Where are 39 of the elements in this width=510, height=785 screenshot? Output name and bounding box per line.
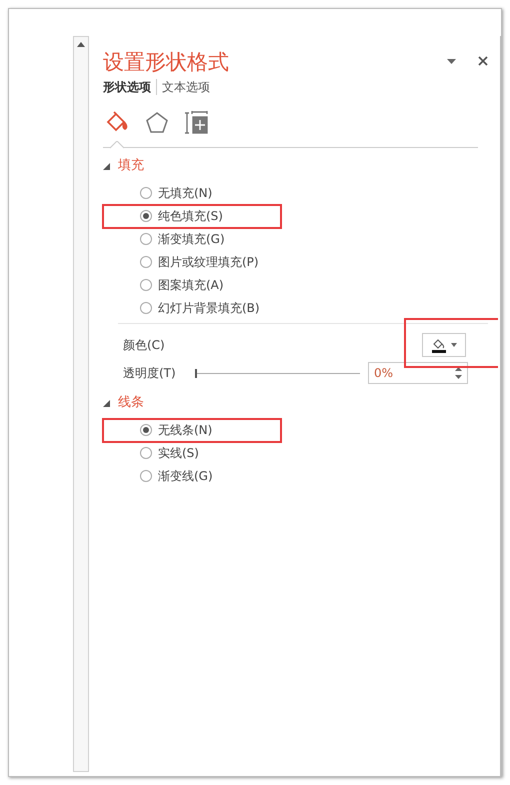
radio-button[interactable] xyxy=(140,256,152,268)
tab[interactable]: 形状选项 xyxy=(103,78,151,96)
radio-button[interactable] xyxy=(140,470,152,482)
collapse-triangle-icon[interactable] xyxy=(103,162,110,170)
tab[interactable]: 文本选项 xyxy=(162,78,210,96)
radio-label[interactable]: 纯色填充(S) xyxy=(158,206,223,224)
section-title[interactable]: 填充 xyxy=(118,156,144,176)
dropdown-caret-icon[interactable] xyxy=(447,58,456,64)
radio-button[interactable] xyxy=(140,302,152,314)
radio-label[interactable]: 无填充(N) xyxy=(158,184,212,202)
scrollbar[interactable] xyxy=(73,36,89,772)
size-position-icon[interactable] xyxy=(185,111,209,135)
radio-button[interactable] xyxy=(140,424,152,436)
radio-button[interactable] xyxy=(140,278,152,290)
transparency-slider[interactable] xyxy=(195,368,360,378)
pentagon-icon[interactable] xyxy=(145,111,169,135)
color-label: 颜色(C) xyxy=(123,337,165,354)
radio-button[interactable] xyxy=(140,210,152,222)
color-picker-button[interactable] xyxy=(422,333,466,357)
collapse-triangle-icon[interactable] xyxy=(103,400,110,406)
radio-button[interactable] xyxy=(140,186,152,198)
panel-title: 设置形状格式 xyxy=(103,49,229,76)
radio-label[interactable]: 无线条(N) xyxy=(158,420,212,438)
scroll-up-icon[interactable] xyxy=(77,42,86,47)
paint-bucket-icon xyxy=(431,337,447,353)
radio-label[interactable]: 渐变填充(G) xyxy=(158,230,225,248)
radio-label[interactable]: 渐变线(G) xyxy=(158,466,213,484)
radio-button[interactable] xyxy=(140,446,152,458)
radio-label[interactable]: 幻灯片背景填充(B) xyxy=(158,298,260,316)
close-icon[interactable] xyxy=(478,56,488,66)
section-title[interactable]: 线条 xyxy=(118,393,144,413)
radio-label[interactable]: 实线(S) xyxy=(158,444,199,462)
radio-label[interactable]: 图片或纹理填充(P) xyxy=(158,252,259,270)
transparency-field[interactable]: 0% xyxy=(368,362,468,384)
caret-icon xyxy=(451,343,457,347)
spinner-arrows-icon[interactable] xyxy=(455,366,462,380)
transparency-label: 透明度(T) xyxy=(123,365,177,382)
radio-label[interactable]: 图案填充(A) xyxy=(158,276,224,294)
radio-button[interactable] xyxy=(140,232,152,244)
